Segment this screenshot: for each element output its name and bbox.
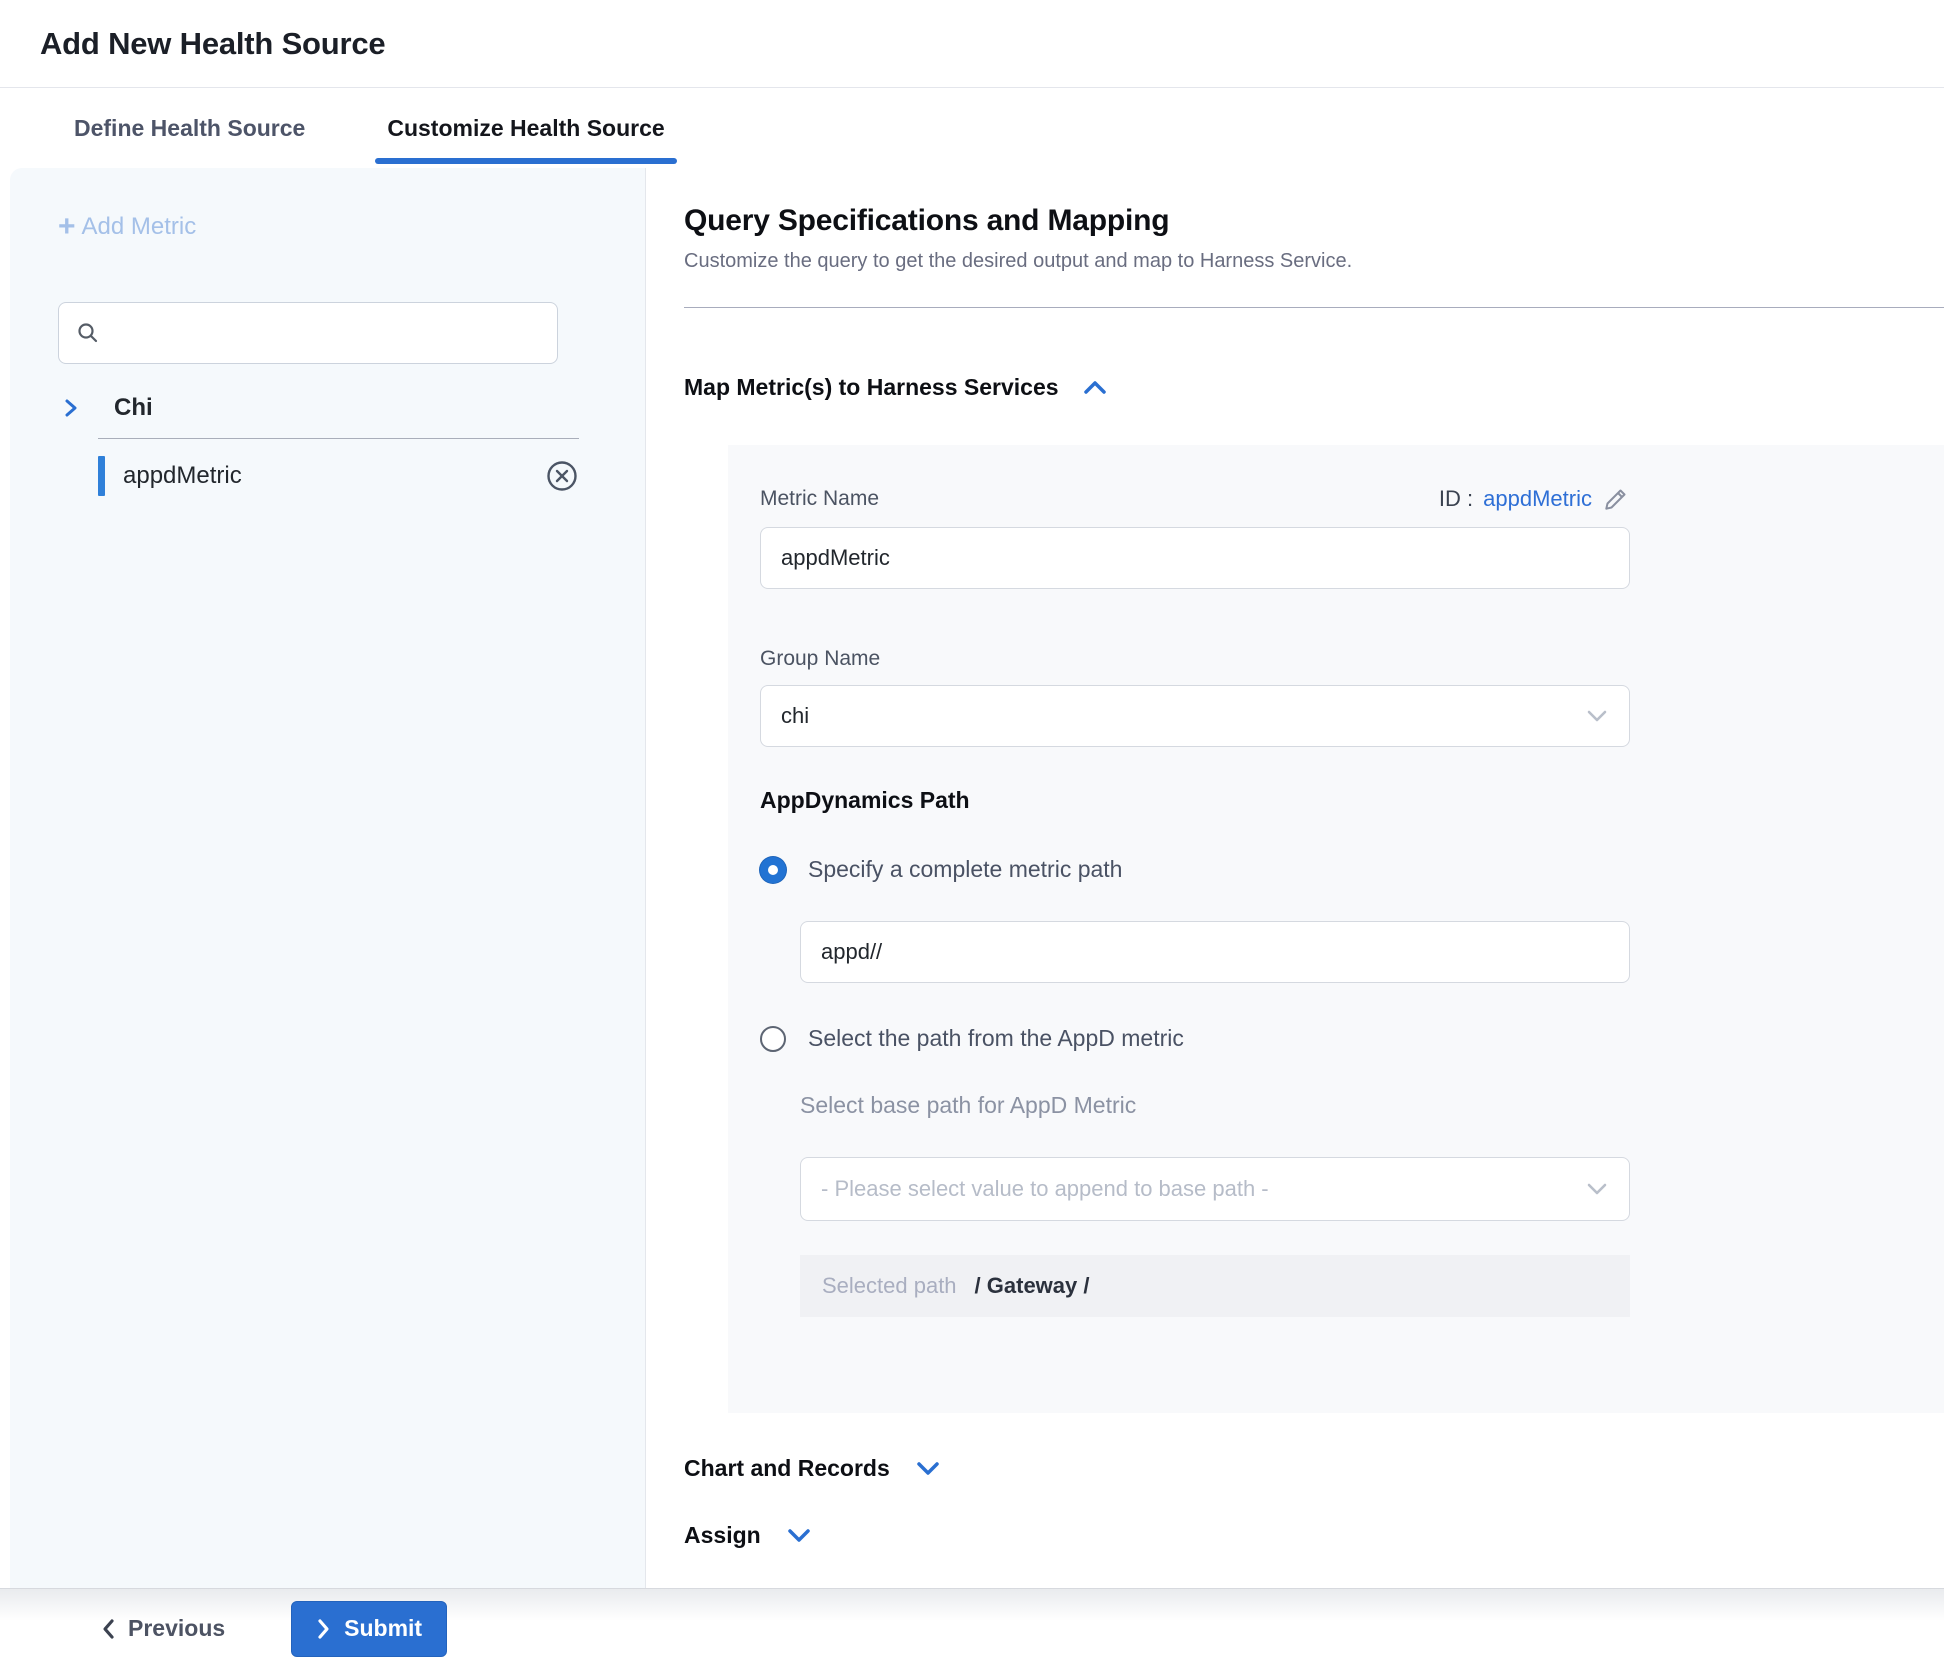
selected-path-value: / Gateway / <box>975 1273 1090 1299</box>
chevron-down-icon <box>1585 708 1609 724</box>
radio-label: Select the path from the AppD metric <box>808 1025 1184 1052</box>
active-tab-underline <box>375 158 676 164</box>
group-name-value: chi <box>781 703 809 729</box>
section-title: Assign <box>684 1522 761 1549</box>
base-path-placeholder: - Please select value to append to base … <box>821 1176 1269 1202</box>
chevron-up-icon <box>1081 379 1109 397</box>
assign-section-toggle[interactable]: Assign <box>684 1522 813 1549</box>
metric-name-label: Metric Name <box>760 487 879 511</box>
tab-label: Define Health Source <box>74 115 305 142</box>
radio-select-appd-path[interactable]: Select the path from the AppD metric <box>760 1025 1184 1052</box>
section-title: Map Metric(s) to Harness Services <box>684 374 1059 401</box>
tab-customize-health-source[interactable]: Customize Health Source <box>375 88 676 168</box>
divider <box>684 307 1944 308</box>
plus-icon: + <box>58 215 76 239</box>
chart-and-records-section-toggle[interactable]: Chart and Records <box>684 1455 942 1482</box>
radio-complete-metric-path[interactable]: Specify a complete metric path <box>760 856 1122 883</box>
chevron-down-icon <box>785 1527 813 1545</box>
section-title: Chart and Records <box>684 1455 890 1482</box>
divider <box>98 438 579 439</box>
submit-button[interactable]: Submit <box>291 1601 447 1657</box>
id-label: ID : <box>1439 486 1473 512</box>
add-metric-label: Add Metric <box>82 213 197 241</box>
delete-metric-icon[interactable] <box>545 459 579 493</box>
chevron-down-icon <box>1585 1181 1609 1197</box>
search-input[interactable] <box>58 302 558 364</box>
base-path-label: Select base path for AppD Metric <box>800 1092 1944 1119</box>
metric-name-input[interactable] <box>760 527 1630 589</box>
complete-metric-path-input[interactable] <box>800 921 1630 983</box>
query-spec-panel: Query Specifications and Mapping Customi… <box>646 168 1944 1588</box>
appdynamics-path-heading: AppDynamics Path <box>760 787 1944 814</box>
chevron-left-icon <box>100 1617 116 1641</box>
selected-indicator-bar <box>98 456 105 496</box>
map-metrics-section-toggle[interactable]: Map Metric(s) to Harness Services <box>684 374 1109 401</box>
tab-bar: Define Health Source Customize Health So… <box>0 88 1944 168</box>
metric-sidebar: + Add Metric Chi <box>10 168 646 1588</box>
add-health-source-dialog: Add New Health Source Define Health Sour… <box>0 0 1944 1668</box>
group-label: Chi <box>114 394 153 422</box>
dialog-body: + Add Metric Chi <box>0 168 1944 1588</box>
edit-id-icon[interactable] <box>1602 485 1630 513</box>
submit-label: Submit <box>344 1615 422 1642</box>
tab-define-health-source[interactable]: Define Health Source <box>62 88 317 168</box>
group-name-label: Group Name <box>760 647 1944 671</box>
selected-path-label: Selected path <box>822 1273 957 1299</box>
search-icon <box>76 321 100 345</box>
base-path-select[interactable]: - Please select value to append to base … <box>800 1157 1630 1221</box>
dialog-header: Add New Health Source <box>0 0 1944 88</box>
radio-selected-icon[interactable] <box>760 857 786 883</box>
metric-item-label: appdMetric <box>123 462 545 490</box>
add-metric-button[interactable]: + Add Metric <box>58 213 196 241</box>
radio-label: Specify a complete metric path <box>808 856 1122 883</box>
id-value-link[interactable]: appdMetric <box>1483 486 1592 512</box>
previous-button[interactable]: Previous <box>100 1615 225 1642</box>
map-metrics-form: Metric Name ID : appdMetric Group Nam <box>728 445 1944 1413</box>
chevron-down-icon <box>914 1460 942 1478</box>
chevron-right-icon <box>316 1617 332 1641</box>
metric-list-item-appdmetric[interactable]: appdMetric <box>98 449 579 503</box>
page-title: Query Specifications and Mapping <box>684 204 1944 238</box>
dialog-title: Add New Health Source <box>40 26 385 62</box>
previous-label: Previous <box>128 1615 225 1642</box>
metric-search <box>58 302 558 364</box>
group-name-select[interactable]: chi <box>760 685 1630 747</box>
dialog-footer: Previous Submit <box>0 1588 1944 1668</box>
selected-path-row: Selected path / Gateway / <box>800 1255 1630 1317</box>
page-subtitle: Customize the query to get the desired o… <box>684 250 1944 273</box>
chevron-right-icon <box>62 396 80 420</box>
metric-group-chi[interactable]: Chi <box>62 394 645 422</box>
radio-unselected-icon[interactable] <box>760 1026 786 1052</box>
tab-label: Customize Health Source <box>387 115 664 142</box>
